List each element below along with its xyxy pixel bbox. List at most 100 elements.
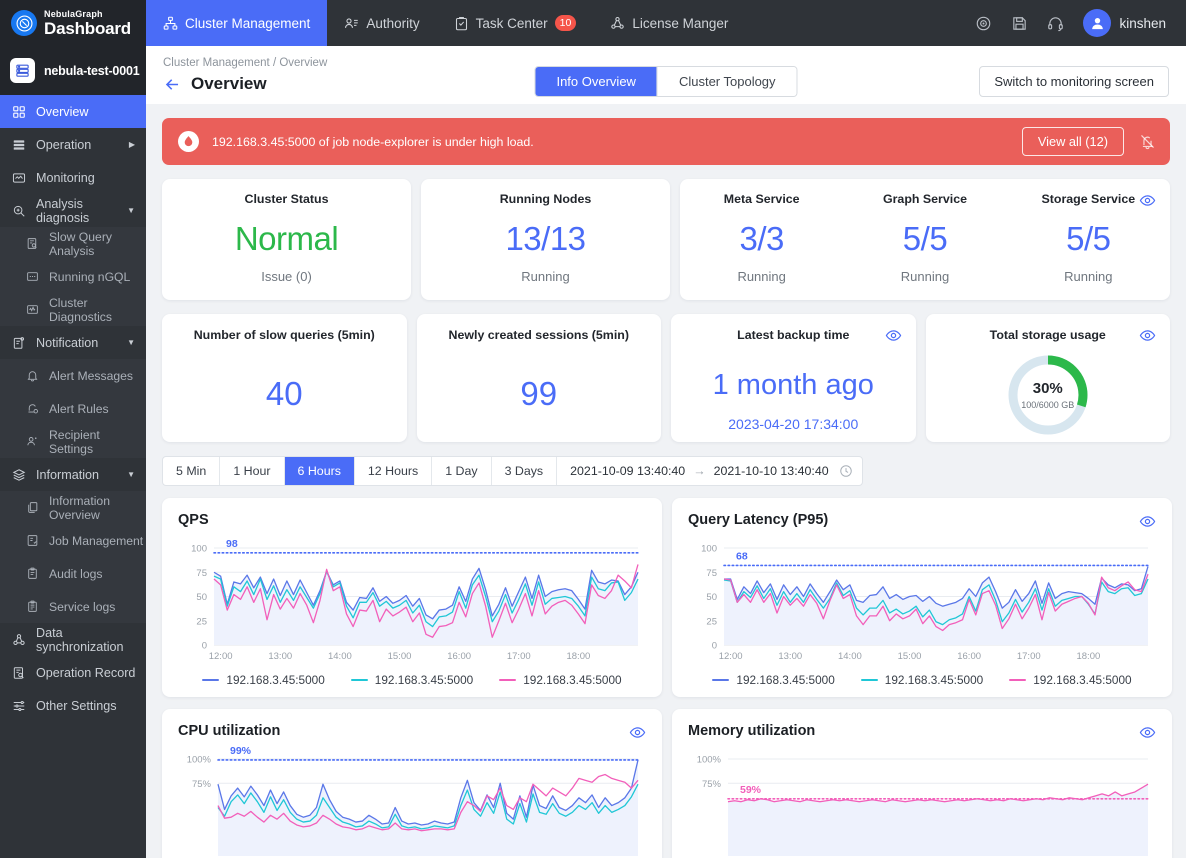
- sidebar-item-monitoring[interactable]: Monitoring: [0, 161, 146, 194]
- sidebar-item-other-settings[interactable]: Other Settings: [0, 689, 146, 722]
- qps-chart-legend: 192.168.3.45:5000 192.168.3.45:5000 192.…: [178, 673, 646, 687]
- legend-color-swatch: [350, 678, 368, 682]
- task-count-badge: 10: [554, 15, 577, 31]
- qps-chart-card: QPS 0 25 50 75 100 98 12:00 13:00 14:00 15:00 16:0…: [162, 498, 662, 697]
- legend-item[interactable]: 192.168.3.45:5000: [499, 673, 622, 687]
- back-arrow-icon[interactable]: [163, 75, 182, 94]
- eye-icon[interactable]: [885, 327, 902, 344]
- sidebar-item-operation[interactable]: Operation ▶: [0, 128, 146, 161]
- layers-icon: [11, 468, 27, 482]
- query-latency-chart[interactable]: 0 25 50 75 100 68 12:00 13:00 14:00 15:00 16:00 17:…: [688, 534, 1156, 669]
- sidebar-item-analysis-diagnosis[interactable]: Analysis diagnosis ▼: [0, 194, 146, 227]
- status-cards-row: Cluster Status Normal Issue (0) Running …: [162, 179, 1170, 300]
- sidebar-item-alert-rules[interactable]: Alert Rules: [0, 392, 146, 425]
- sidebar-item-information-overview[interactable]: Information Overview: [0, 491, 146, 524]
- time-preset-3days[interactable]: 3 Days: [490, 457, 557, 485]
- sidebar-item-data-synchronization[interactable]: Data synchronization: [0, 623, 146, 656]
- svg-text:75%: 75%: [192, 779, 212, 790]
- eye-icon[interactable]: [1139, 192, 1156, 209]
- time-range-start[interactable]: 2021-10-09 13:40:40: [570, 464, 685, 478]
- switch-to-monitoring-screen-button[interactable]: Switch to monitoring screen: [979, 66, 1169, 97]
- legend-item[interactable]: 192.168.3.45:5000: [350, 673, 474, 687]
- sidebar-item-operation-record[interactable]: Operation Record: [0, 656, 146, 689]
- time-preset-6hours[interactable]: 6 Hours: [283, 457, 354, 485]
- nav-cluster-management[interactable]: Cluster Management: [146, 0, 328, 46]
- headset-icon[interactable]: [1047, 15, 1064, 32]
- svg-text:75: 75: [196, 568, 207, 579]
- svg-text:0: 0: [712, 641, 717, 652]
- legend-label: 192.168.3.45:5000: [374, 673, 474, 687]
- monitor-icon: [11, 171, 27, 185]
- nav-label: Task Center: [475, 15, 548, 31]
- nav-task-center[interactable]: Task Center 10: [437, 0, 594, 46]
- charts-row-2: CPU utilization 75% 100% 99% Memory utiliz…: [162, 709, 1172, 858]
- sidebar-item-label: Information: [36, 467, 99, 482]
- legend-item[interactable]: 192.168.3.45:5000: [202, 673, 325, 687]
- time-preset-12hours[interactable]: 12 Hours: [353, 457, 431, 485]
- graph-service-sub: Running: [900, 269, 950, 284]
- memory-utilization-chart[interactable]: 75% 100% 59%: [688, 745, 1156, 858]
- legend-item[interactable]: 192.168.3.45:5000: [860, 673, 983, 687]
- sidebar-item-label: Overview: [36, 104, 89, 119]
- save-icon[interactable]: [1011, 15, 1028, 32]
- cpu-utilization-chart[interactable]: 75% 100% 99%: [178, 745, 646, 858]
- brand-logo-area[interactable]: NebulaGraph Dashboard: [0, 0, 146, 46]
- time-range-end[interactable]: 2021-10-10 13:40:40: [714, 464, 829, 478]
- legend-item[interactable]: 192.168.3.45:5000: [712, 673, 835, 687]
- eye-icon[interactable]: [1139, 513, 1156, 530]
- graph-service-label: Graph Service: [882, 192, 967, 206]
- running-nodes-value: 13/13: [505, 220, 586, 257]
- latest-backup-label: Latest backup time: [737, 328, 850, 342]
- tab-cluster-topology[interactable]: Cluster Topology: [656, 67, 797, 96]
- nav-license-manager[interactable]: License Manger: [593, 0, 745, 46]
- sidebar-item-overview[interactable]: Overview: [0, 95, 146, 128]
- target-icon[interactable]: [975, 15, 992, 32]
- storage-donut-chart: 30% 100/6000 GB: [1005, 352, 1091, 438]
- cpu-utilization-chart-card: CPU utilization 75% 100% 99%: [162, 709, 662, 858]
- meta-service-value: 3/3: [739, 220, 784, 257]
- time-preset-5min[interactable]: 5 Min: [163, 457, 219, 485]
- eye-icon[interactable]: [629, 724, 646, 741]
- slow-queries-value: 40: [265, 375, 303, 412]
- sidebar-item-label: Cluster Diagnostics: [49, 295, 112, 324]
- sidebar-item-running-ngql[interactable]: Running nGQL: [0, 260, 146, 293]
- cluster-selector[interactable]: nebula-test-0001: [0, 46, 146, 95]
- chevron-down-icon: ▼: [127, 469, 135, 479]
- sidebar-item-audit-logs[interactable]: Audit logs: [0, 557, 146, 590]
- running-nodes-card: Running Nodes 13/13 Running: [421, 179, 670, 300]
- sidebar-item-information[interactable]: Information ▼: [0, 458, 146, 491]
- time-range-selector: 5 Min 1 Hour 6 Hours 12 Hours 1 Day 3 Da…: [162, 456, 863, 486]
- time-preset-1hour[interactable]: 1 Hour: [219, 457, 283, 485]
- alert-message: 192.168.3.45:5000 of job node-explorer i…: [212, 134, 534, 149]
- sidebar-item-slow-query-analysis[interactable]: Slow Query Analysis: [0, 227, 146, 260]
- chevron-down-icon: ▼: [127, 205, 135, 215]
- time-preset-1day[interactable]: 1 Day: [431, 457, 490, 485]
- sidebar-item-cluster-diagnostics[interactable]: Cluster Diagnostics: [0, 293, 146, 326]
- svg-text:13:00: 13:00: [268, 651, 292, 662]
- query-latency-chart-title: Query Latency (P95): [688, 512, 829, 528]
- sidebar-item-service-logs[interactable]: Service logs: [0, 590, 146, 623]
- nav-authority[interactable]: Authority: [327, 0, 436, 46]
- user-menu[interactable]: kinshen: [1083, 9, 1166, 37]
- graph-service-value: 5/5: [902, 220, 948, 257]
- eye-icon[interactable]: [1139, 327, 1156, 344]
- qps-chart[interactable]: 0 25 50 75 100 98 12:00 13:00 14:00 15:00 16:00 17:…: [178, 534, 646, 669]
- sidebar-item-alert-messages[interactable]: Alert Messages: [0, 359, 146, 392]
- legend-item[interactable]: 192.168.3.45:5000: [1009, 673, 1132, 687]
- custom-time-range[interactable]: 2021-10-09 13:40:40 → 2021-10-10 13:40:4…: [556, 457, 862, 485]
- bell-muted-icon[interactable]: [1139, 133, 1156, 150]
- sidebar-item-recipient-settings[interactable]: Recipient Settings: [0, 425, 146, 458]
- eye-icon[interactable]: [1139, 724, 1156, 741]
- grid-icon: [11, 105, 27, 119]
- tab-info-overview[interactable]: Info Overview: [535, 67, 657, 96]
- svg-text:99%: 99%: [230, 745, 252, 757]
- sidebar-item-label: Other Settings: [36, 698, 117, 713]
- cluster-icon: [163, 16, 178, 31]
- view-all-alerts-button[interactable]: View all (12): [1021, 127, 1124, 156]
- brand-line2: Dashboard: [44, 18, 131, 38]
- sidebar-item-notification[interactable]: Notification ▼: [0, 326, 146, 359]
- total-storage-label: Total storage usage: [989, 328, 1106, 342]
- sidebar-item-job-management[interactable]: Job Management: [0, 524, 146, 557]
- svg-text:13:00: 13:00: [778, 651, 802, 662]
- clock-icon[interactable]: [839, 464, 853, 478]
